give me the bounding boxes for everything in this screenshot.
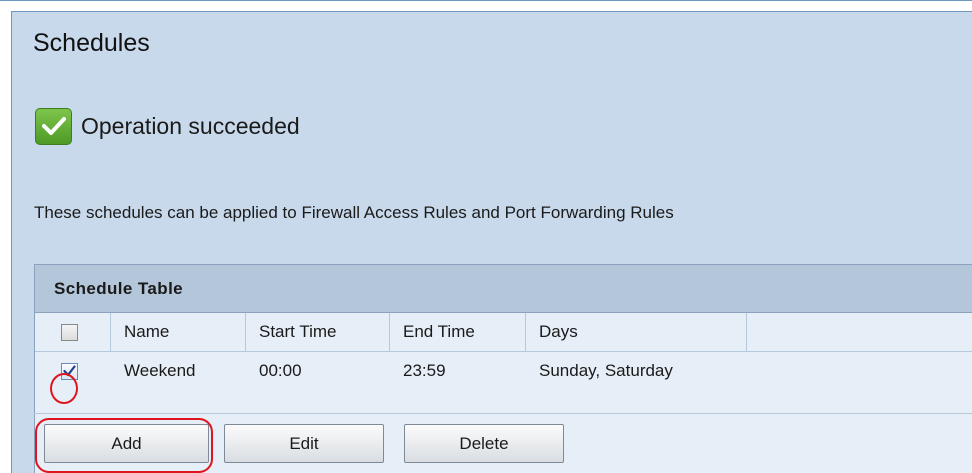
check-icon [35, 107, 72, 145]
add-button[interactable]: Add [44, 424, 209, 463]
status-text: Operation succeeded [81, 112, 300, 139]
cell-end-time: 23:59 [403, 361, 446, 380]
cell-start-time: 00:00 [259, 361, 302, 380]
button-bar: Add Edit Delete [34, 413, 972, 473]
row-checkbox[interactable] [61, 362, 78, 380]
status-message: Operation succeeded [35, 106, 300, 146]
column-header-name[interactable]: Name [111, 313, 246, 351]
select-all-checkbox[interactable] [61, 323, 78, 341]
table-caption: Schedule Table [35, 265, 972, 313]
column-header-end-time[interactable]: End Time [390, 313, 526, 351]
cell-days: Sunday, Saturday [539, 361, 673, 380]
edit-button[interactable]: Edit [224, 424, 384, 463]
delete-button[interactable]: Delete [404, 424, 564, 463]
row-select-cell [35, 352, 111, 390]
column-header-start-time[interactable]: Start Time [246, 313, 390, 351]
table-header-row: Name Start Time End Time Days [35, 313, 972, 352]
page-title: Schedules [33, 29, 150, 57]
top-border [0, 0, 972, 1]
column-header-spacer [747, 313, 972, 351]
cell-name: Weekend [124, 361, 196, 380]
column-header-days[interactable]: Days [526, 313, 747, 351]
description-text: These schedules can be applied to Firewa… [34, 203, 674, 222]
header-select-cell [35, 313, 111, 351]
table-row[interactable]: Weekend 00:00 23:59 Sunday, Saturday [35, 352, 972, 390]
cell-spacer [747, 352, 972, 390]
